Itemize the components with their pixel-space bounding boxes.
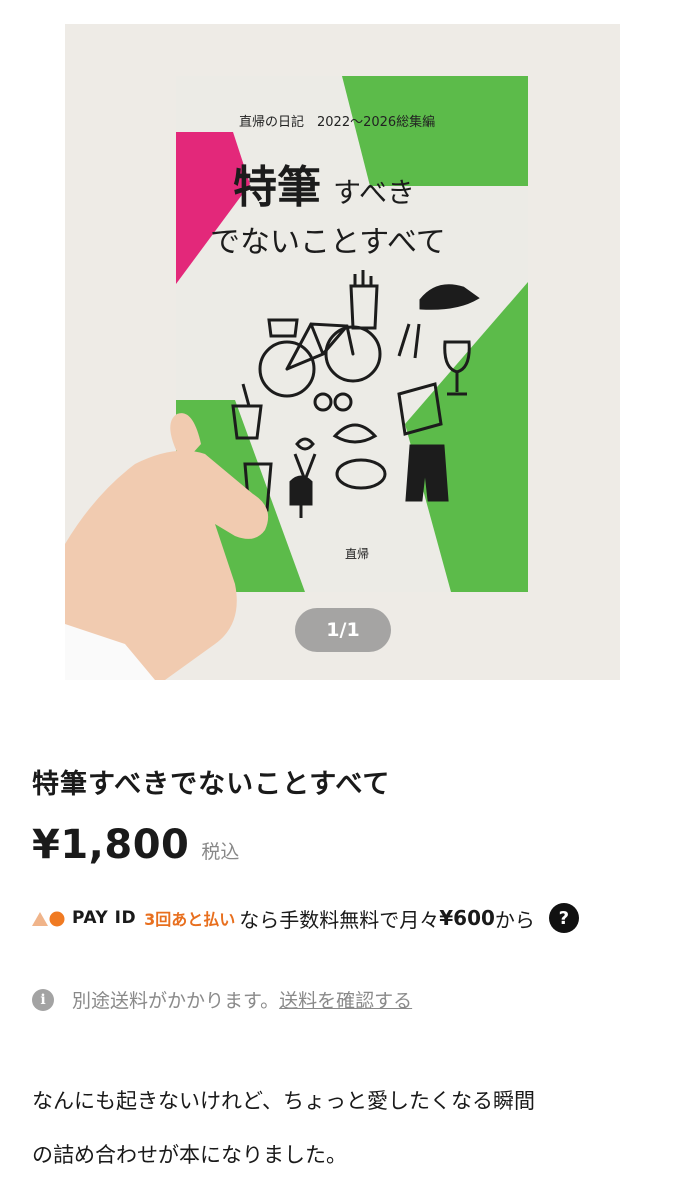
description-line: の詰め合わせが本になりました。 <box>32 1143 347 1167</box>
cover-author: 直帰 <box>345 547 369 561</box>
help-icon[interactable]: ? <box>548 903 579 933</box>
cover-title-big: 特筆 <box>233 162 321 213</box>
shipping-text: 別途送料がかかります。 <box>72 990 280 1012</box>
product-image[interactable]: 直帰の日記 2022〜2026総集編 特筆 すべき でないことすべて 直帰 1/… <box>65 24 620 680</box>
product-description: なんにも起きないけれど、ちょっと愛したくなる瞬間 の詰め合わせが本になりました。 <box>32 1074 535 1182</box>
tax-label: 税込 <box>201 841 240 863</box>
cover-title-line2: でないことすべて <box>210 225 446 260</box>
payid-text-after: から <box>494 907 535 932</box>
payid-logo-icon <box>32 909 66 927</box>
product-title: 特筆すべきでないことすべて <box>32 769 391 800</box>
cover-series: 直帰の日記 2022〜2026総集編 <box>239 114 435 130</box>
cover-title-small: すべき <box>333 176 415 209</box>
image-counter: 1/1 <box>295 608 391 652</box>
payid-later-label: 3回あと払い <box>144 910 236 929</box>
clothes-doodle <box>405 444 449 502</box>
shipping-notice: i 別途送料がかかります。 送料を確認する <box>32 986 412 1013</box>
price: ¥1,800 <box>32 822 190 868</box>
payid-text-before: なら手数料無料で月々 <box>239 907 440 932</box>
shipping-link[interactable]: 送料を確認する <box>279 986 412 1013</box>
book-photo: 直帰の日記 2022〜2026総集編 特筆 すべき でないことすべて 直帰 <box>65 24 620 680</box>
payid-banner[interactable]: PAY ID 3回あと払い なら手数料無料で月々 ¥600 から ? <box>32 900 579 936</box>
price-row: ¥1,800 税込 <box>32 822 239 868</box>
payid-monthly-amount: ¥600 <box>439 906 495 930</box>
info-icon: i <box>32 988 54 1011</box>
description-line: なんにも起きないけれど、ちょっと愛したくなる瞬間 <box>32 1089 535 1113</box>
payid-brand: PAY ID <box>72 908 137 928</box>
green-shape-top <box>342 76 528 186</box>
